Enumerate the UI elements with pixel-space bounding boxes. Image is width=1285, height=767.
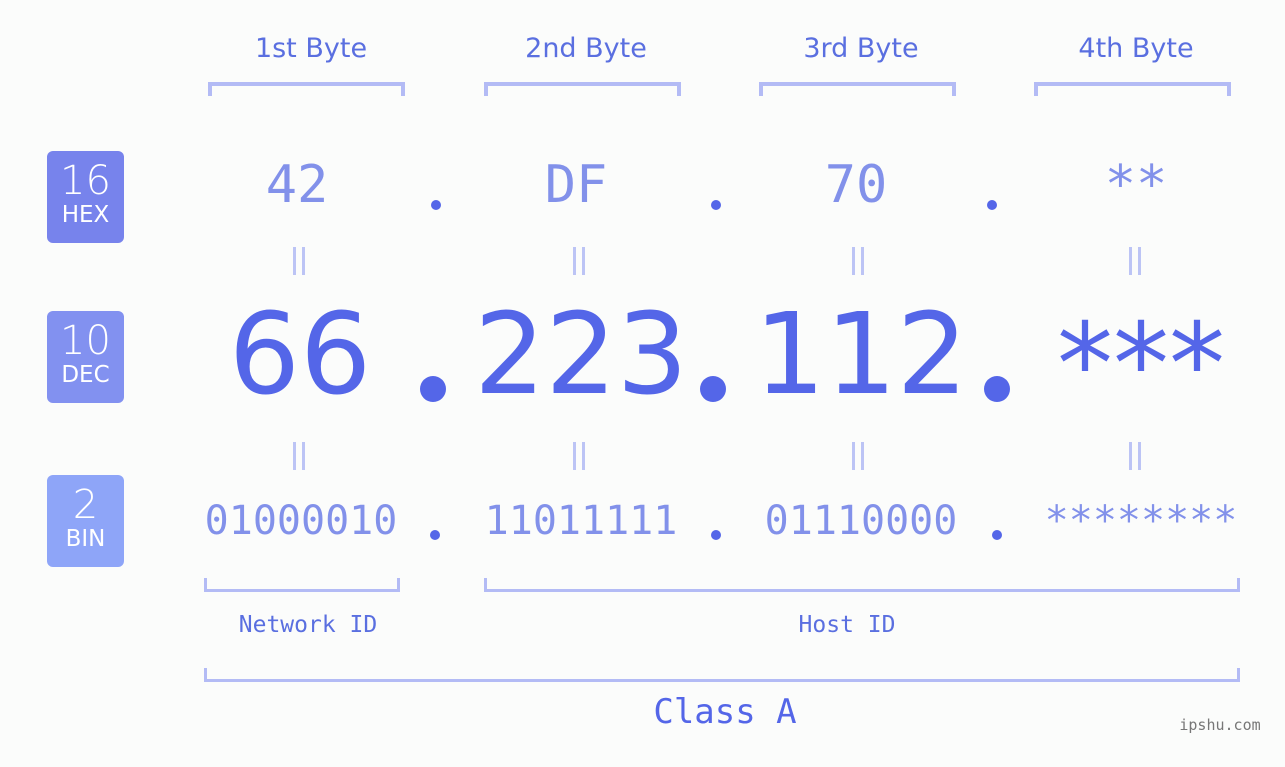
bin-byte-2: 11011111 xyxy=(484,498,678,544)
dec-byte-1: 66 xyxy=(228,290,372,420)
dec-dot-2 xyxy=(700,376,726,402)
watermark: ipshu.com xyxy=(1179,716,1261,734)
byte-bracket-2 xyxy=(484,82,681,96)
equals-icon xyxy=(1129,442,1141,470)
byte-bracket-1 xyxy=(208,82,405,96)
dec-base: 10 xyxy=(60,318,111,364)
hex-byte-1: 42 xyxy=(265,155,329,215)
hex-byte-4: ** xyxy=(1104,155,1168,215)
equals-icon xyxy=(852,442,864,470)
hex-base: 16 xyxy=(60,158,111,204)
bin-dot-1 xyxy=(430,530,440,540)
bin-byte-3: 01110000 xyxy=(764,498,958,544)
host-id-bracket xyxy=(484,578,1240,592)
byte-header-1: 1st Byte xyxy=(254,33,368,64)
dec-dot-1 xyxy=(420,376,446,402)
host-id-label: Host ID xyxy=(798,612,896,638)
bin-dot-2 xyxy=(711,530,721,540)
bin-base: 2 xyxy=(72,482,99,528)
hex-dot-2 xyxy=(711,200,721,210)
class-bracket xyxy=(204,668,1240,682)
dec-byte-3: 112 xyxy=(754,290,968,420)
byte-bracket-4 xyxy=(1034,82,1231,96)
network-id-bracket xyxy=(204,578,400,592)
equals-icon xyxy=(852,247,864,275)
equals-icon xyxy=(1129,247,1141,275)
dec-label: DEC xyxy=(61,362,110,388)
bin-byte-4: ******** xyxy=(1044,498,1238,544)
hex-byte-3: 70 xyxy=(824,155,888,215)
equals-icon xyxy=(293,247,305,275)
equals-icon xyxy=(293,442,305,470)
dec-dot-3 xyxy=(984,376,1010,402)
dec-byte-2: 223 xyxy=(474,290,688,420)
equals-icon xyxy=(573,442,585,470)
byte-bracket-3 xyxy=(759,82,956,96)
byte-header-3: 3rd Byte xyxy=(803,33,919,64)
network-id-label: Network ID xyxy=(238,612,378,638)
byte-header-4: 4th Byte xyxy=(1078,33,1194,64)
hex-dot-3 xyxy=(987,200,997,210)
bin-byte-1: 01000010 xyxy=(204,498,398,544)
dec-byte-4: *** xyxy=(1057,300,1225,430)
hex-badge: 16 HEX xyxy=(47,151,124,243)
byte-header-2: 2nd Byte xyxy=(525,33,647,64)
dec-badge: 10 DEC xyxy=(47,311,124,403)
hex-dot-1 xyxy=(431,200,441,210)
bin-badge: 2 BIN xyxy=(47,475,124,567)
hex-byte-2: DF xyxy=(544,155,608,215)
bin-label: BIN xyxy=(65,526,106,552)
class-label: Class A xyxy=(653,692,797,732)
equals-icon xyxy=(573,247,585,275)
hex-label: HEX xyxy=(61,202,110,228)
bin-dot-3 xyxy=(992,530,1002,540)
